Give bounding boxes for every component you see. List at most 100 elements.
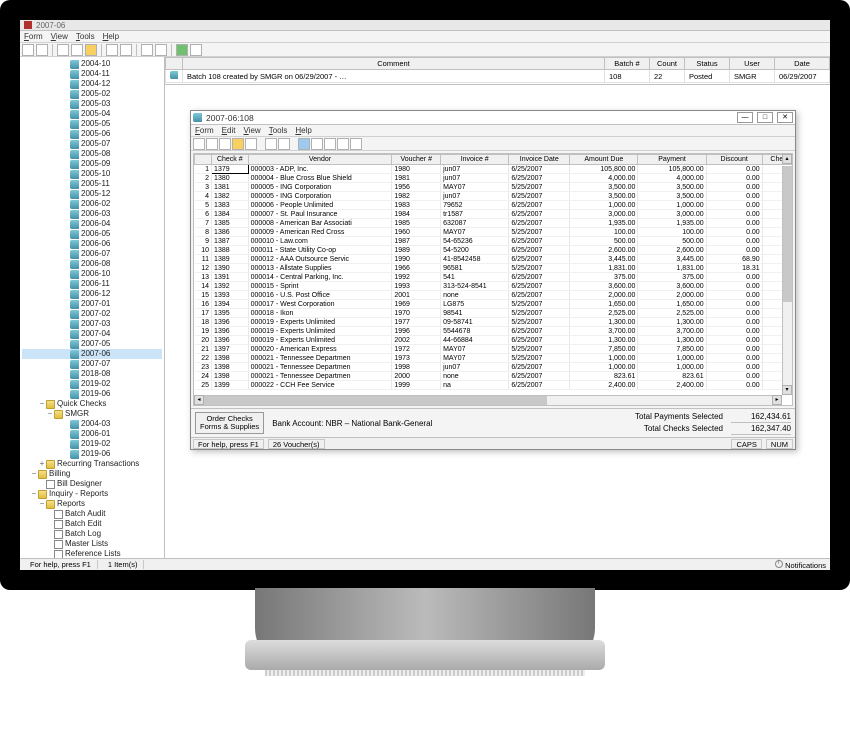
menu-help[interactable]: Help xyxy=(103,32,119,41)
detail-col-header[interactable]: Invoice Date xyxy=(509,155,570,165)
toolbar-btn-9[interactable] xyxy=(155,44,167,56)
tree-item[interactable]: 2004-11 xyxy=(22,69,162,79)
tree-item[interactable]: 2005-04 xyxy=(22,109,162,119)
table-row[interactable]: 51383000006 - People Unlimited1983796526… xyxy=(195,201,792,210)
tree-item[interactable]: 2018-08 xyxy=(22,369,162,379)
batch-count[interactable]: 22 xyxy=(650,70,685,83)
expand-icon[interactable]: − xyxy=(30,489,38,499)
tree-item[interactable]: 2006-08 xyxy=(22,259,162,269)
table-row[interactable]: 181396000019 - Experts Unlimited197709-5… xyxy=(195,318,792,327)
tree-item[interactable]: 2007-07 xyxy=(22,359,162,369)
tree-item[interactable]: 2007-05 xyxy=(22,339,162,349)
toolbar-btn-7[interactable] xyxy=(120,44,132,56)
table-row[interactable]: 221398000021 - Tennessee Departmen1973MA… xyxy=(195,354,792,363)
tree-item[interactable]: 2006-12 xyxy=(22,289,162,299)
toolbar-btn-11[interactable] xyxy=(190,44,202,56)
detail-col-header[interactable] xyxy=(195,155,212,165)
toolbar-btn-4[interactable] xyxy=(71,44,83,56)
tree-item[interactable]: −Reports xyxy=(22,499,162,509)
expand-icon[interactable]: − xyxy=(46,409,54,419)
tree-item[interactable]: 2019-06 xyxy=(22,389,162,399)
tree-item[interactable]: 2006-11 xyxy=(22,279,162,289)
detail-tb-12[interactable] xyxy=(350,138,362,150)
vertical-scrollbar[interactable] xyxy=(782,166,792,393)
batch-col-header[interactable]: Count xyxy=(650,58,685,70)
menu-form[interactable]: Form xyxy=(24,32,43,41)
batch-col-header[interactable]: Batch # xyxy=(605,58,650,70)
tree-item[interactable]: 2005-03 xyxy=(22,99,162,109)
detail-menu-view[interactable]: View xyxy=(243,126,260,135)
tree-item[interactable]: Batch Edit xyxy=(22,519,162,529)
detail-tb-7[interactable] xyxy=(278,138,290,150)
batch-col-header[interactable]: Date xyxy=(775,58,830,70)
tree-item[interactable]: 2006-03 xyxy=(22,209,162,219)
detail-menu-edit[interactable]: Edit xyxy=(222,126,236,135)
tree-item[interactable]: +Recurring Transactions xyxy=(22,459,162,469)
tree-item[interactable]: 2007-01 xyxy=(22,299,162,309)
table-row[interactable]: 121390000013 - Allstate Supplies19669658… xyxy=(195,264,792,273)
tree-item[interactable]: 2004-12 xyxy=(22,79,162,89)
scroll-down-icon[interactable]: ▾ xyxy=(782,385,792,395)
table-row[interactable]: 41382000005 - ING Corporation1982jun076/… xyxy=(195,192,792,201)
tree-item[interactable]: 2004-03 xyxy=(22,419,162,429)
tree-item[interactable]: 2005-05 xyxy=(22,119,162,129)
tree-item[interactable]: −SMGR xyxy=(22,409,162,419)
tree-item[interactable]: −Billing xyxy=(22,469,162,479)
table-row[interactable]: 161394000017 - West Corporation1969LG875… xyxy=(195,300,792,309)
tree-item[interactable]: −Quick Checks xyxy=(22,399,162,409)
detail-col-header[interactable]: Amount Due xyxy=(570,155,638,165)
detail-col-header[interactable]: Discount xyxy=(706,155,762,165)
tree-item[interactable]: 2005-10 xyxy=(22,169,162,179)
detail-tb-9[interactable] xyxy=(311,138,323,150)
detail-menu-form[interactable]: Form xyxy=(195,126,214,135)
detail-tb-1[interactable] xyxy=(193,138,205,150)
batch-user[interactable]: SMGR xyxy=(730,70,775,83)
detail-menu-tools[interactable]: Tools xyxy=(269,126,288,135)
tree-item[interactable]: 2005-08 xyxy=(22,149,162,159)
tree-item[interactable]: 2006-07 xyxy=(22,249,162,259)
batch-status[interactable]: Posted xyxy=(685,70,730,83)
batch-col-header[interactable]: User xyxy=(730,58,775,70)
expand-icon[interactable]: − xyxy=(38,499,46,509)
batch-col-header[interactable]: Status xyxy=(685,58,730,70)
tree-item[interactable]: 2007-04 xyxy=(22,329,162,339)
scroll-thumb[interactable] xyxy=(194,396,547,405)
table-row[interactable]: 151393000016 - U.S. Post Office2001none6… xyxy=(195,291,792,300)
detail-col-header[interactable]: Invoice # xyxy=(441,155,509,165)
tree-item[interactable]: 2006-02 xyxy=(22,199,162,209)
tree-item[interactable]: 2019-06 xyxy=(22,449,162,459)
batch-col-header[interactable]: Comment xyxy=(183,58,605,70)
tree-item[interactable]: 2005-12 xyxy=(22,189,162,199)
table-row[interactable]: 211397000020 - American Express1972MAY07… xyxy=(195,345,792,354)
detail-col-header[interactable]: Check # xyxy=(212,155,249,165)
tree-item[interactable]: 2006-05 xyxy=(22,229,162,239)
tree-item[interactable]: 2006-06 xyxy=(22,239,162,249)
toolbar-btn-6[interactable] xyxy=(106,44,118,56)
table-row[interactable]: 81386000009 - American Red Cross1960MAY0… xyxy=(195,228,792,237)
batch-comment[interactable]: Batch 108 created by SMGR on 06/29/2007 … xyxy=(183,70,605,83)
tree-item[interactable]: −Inquiry - Reports xyxy=(22,489,162,499)
tree-item[interactable]: Bill Designer xyxy=(22,479,162,489)
tree-item[interactable]: 2007-06 xyxy=(22,349,162,359)
detail-tb-3[interactable] xyxy=(219,138,231,150)
tree-item[interactable]: 2004-10 xyxy=(22,59,162,69)
tree-item[interactable]: Reference Lists xyxy=(22,549,162,558)
detail-grid[interactable]: Check #VendorVoucher #Invoice #Invoice D… xyxy=(193,153,793,406)
scroll-left-icon[interactable]: ◂ xyxy=(194,395,204,405)
expand-icon[interactable]: + xyxy=(38,459,46,469)
tree-item[interactable]: 2006-10 xyxy=(22,269,162,279)
table-row[interactable]: 91387000010 - Law.com198754-652366/25/20… xyxy=(195,237,792,246)
scroll-right-icon[interactable]: ▸ xyxy=(772,395,782,405)
toolbar-btn-8[interactable] xyxy=(141,44,153,56)
detail-tb-10[interactable] xyxy=(324,138,336,150)
toolbar-btn-1[interactable] xyxy=(22,44,34,56)
table-row[interactable]: 111389000012 - AAA Outsource Servic19904… xyxy=(195,255,792,264)
table-row[interactable]: 201396000019 - Experts Unlimited200244-6… xyxy=(195,336,792,345)
tree-item[interactable]: Batch Log xyxy=(22,529,162,539)
maximize-button[interactable]: □ xyxy=(757,112,773,123)
menu-view[interactable]: View xyxy=(51,32,68,41)
toolbar-btn-10[interactable] xyxy=(176,44,188,56)
detail-col-header[interactable]: Payment xyxy=(638,155,706,165)
horizontal-scrollbar[interactable] xyxy=(194,395,782,405)
tree-item[interactable]: 2005-06 xyxy=(22,129,162,139)
